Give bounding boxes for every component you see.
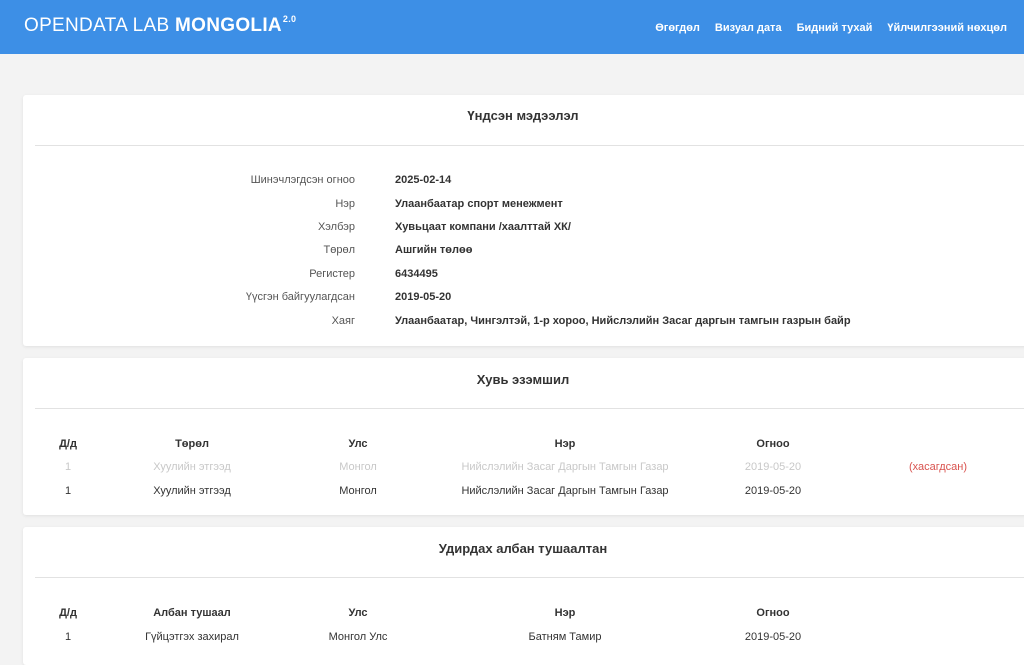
info-label: Хаяг xyxy=(331,315,355,327)
info-value: 6434495 xyxy=(395,268,438,280)
table-cell: Гүйцэтгэх захирал xyxy=(145,631,239,643)
info-value: Ашгийн төлөө xyxy=(395,244,473,256)
info-value: 2019-05-20 xyxy=(395,291,452,303)
column-header-name: Нэр xyxy=(554,438,576,450)
info-value: 2025-02-14 xyxy=(395,174,452,186)
column-header-number: Д/д xyxy=(59,438,77,450)
info-label: Хэлбэр xyxy=(317,221,355,233)
nav-links: Өгөгдөл Визуал дата Бидний тухай Үйлчилг… xyxy=(655,22,1007,34)
info-row-address: Хаяг Улаанбаатар, Чингэлтэй, 1-р хороо, … xyxy=(23,315,1023,331)
brand-version: 2.0 xyxy=(282,13,297,24)
column-header-date: Огноо xyxy=(756,607,790,619)
nav-link-data[interactable]: Өгөгдөл xyxy=(655,22,700,34)
table-cell: Монгол xyxy=(339,461,377,473)
column-header-position: Албан тушаал xyxy=(153,607,231,619)
info-label: Төрөл xyxy=(323,244,356,256)
table-cell: Нийслэлийн Засаг Даргын Тамгын Газар xyxy=(461,485,669,497)
info-label: Шинэчлэгдсэн огноо xyxy=(250,174,355,186)
basic-info-card: Үндсэн мэдээлэл Шинэчлэгдсэн огноо 2025-… xyxy=(23,95,1024,346)
top-navbar: OPENDATA LAB MONGOLIA2.0 Өгөгдөл Визуал … xyxy=(0,0,1024,54)
table-cell: Монгол Улс xyxy=(328,631,388,643)
table-cell: 2019-05-20 xyxy=(744,461,802,473)
nav-link-visual-data[interactable]: Визуал дата xyxy=(715,22,782,34)
column-header-country: Улс xyxy=(348,607,368,619)
info-row-founded: Үүсгэн байгуулагдсан 2019-05-20 xyxy=(23,291,1023,307)
info-row-updated: Шинэчлэгдсэн огноо 2025-02-14 xyxy=(23,174,1023,190)
brand-bold-text: MONGOLIA xyxy=(175,15,282,36)
table-cell: Хуулийн этгээд xyxy=(153,485,231,497)
removed-badge: (хасагдсан) xyxy=(908,461,968,473)
table-cell: Нийслэлийн Засаг Даргын Тамгын Газар xyxy=(461,461,669,473)
column-header-name: Нэр xyxy=(554,607,576,619)
basic-info-title: Үндсэн мэдээлэл xyxy=(467,108,579,123)
table-cell: 1 xyxy=(64,485,72,497)
nav-link-terms[interactable]: Үйлчилгээний нөхцөл xyxy=(887,22,1007,34)
officials-title: Удирдах албан тушаалтан xyxy=(438,541,608,556)
table-cell: 2019-05-20 xyxy=(744,485,802,497)
nav-link-about[interactable]: Бидний тухай xyxy=(797,22,873,34)
officials-card: Удирдах албан тушаалтан Д/д Албан тушаал… xyxy=(23,527,1024,665)
info-value: Хувьцаат компани /хаалттай ХК/ xyxy=(395,221,571,233)
info-label: Үүсгэн байгуулагдсан xyxy=(245,291,355,303)
table-cell: 1 xyxy=(64,631,72,643)
table-cell: 2019-05-20 xyxy=(744,631,802,643)
info-value: Улаанбаатар, Чингэлтэй, 1-р хороо, Нийсл… xyxy=(395,315,851,327)
ownership-title: Хувь эзэмшил xyxy=(476,372,570,387)
divider xyxy=(35,408,1024,409)
info-label: Регистер xyxy=(309,268,355,280)
table-cell: 1 xyxy=(64,461,72,473)
ownership-card: Хувь эзэмшил Д/д Төрөл Улс Нэр Огноо 1 Х… xyxy=(23,358,1024,515)
column-header-type: Төрөл xyxy=(175,438,209,450)
brand-light-text: OPENDATA LAB xyxy=(24,15,176,36)
info-row-register: Регистер 6434495 xyxy=(23,268,1023,284)
table-cell: Монгол xyxy=(339,485,377,497)
column-header-date: Огноо xyxy=(756,438,790,450)
info-value: Улаанбаатар спорт менежмент xyxy=(395,198,563,210)
table-cell: Батням Тамир xyxy=(528,631,602,643)
info-row-name: Нэр Улаанбаатар спорт менежмент xyxy=(23,198,1023,214)
info-label: Нэр xyxy=(335,198,355,210)
column-header-country: Улс xyxy=(348,438,368,450)
info-row-form: Хэлбэр Хувьцаат компани /хаалттай ХК/ xyxy=(23,221,1023,237)
divider xyxy=(35,577,1024,578)
column-header-number: Д/д xyxy=(59,607,77,619)
info-row-type: Төрөл Ашгийн төлөө xyxy=(23,244,1023,260)
brand-logo[interactable]: OPENDATA LAB MONGOLIA2.0 xyxy=(24,13,297,37)
table-cell: Хуулийн этгээд xyxy=(153,461,231,473)
divider xyxy=(35,145,1024,146)
